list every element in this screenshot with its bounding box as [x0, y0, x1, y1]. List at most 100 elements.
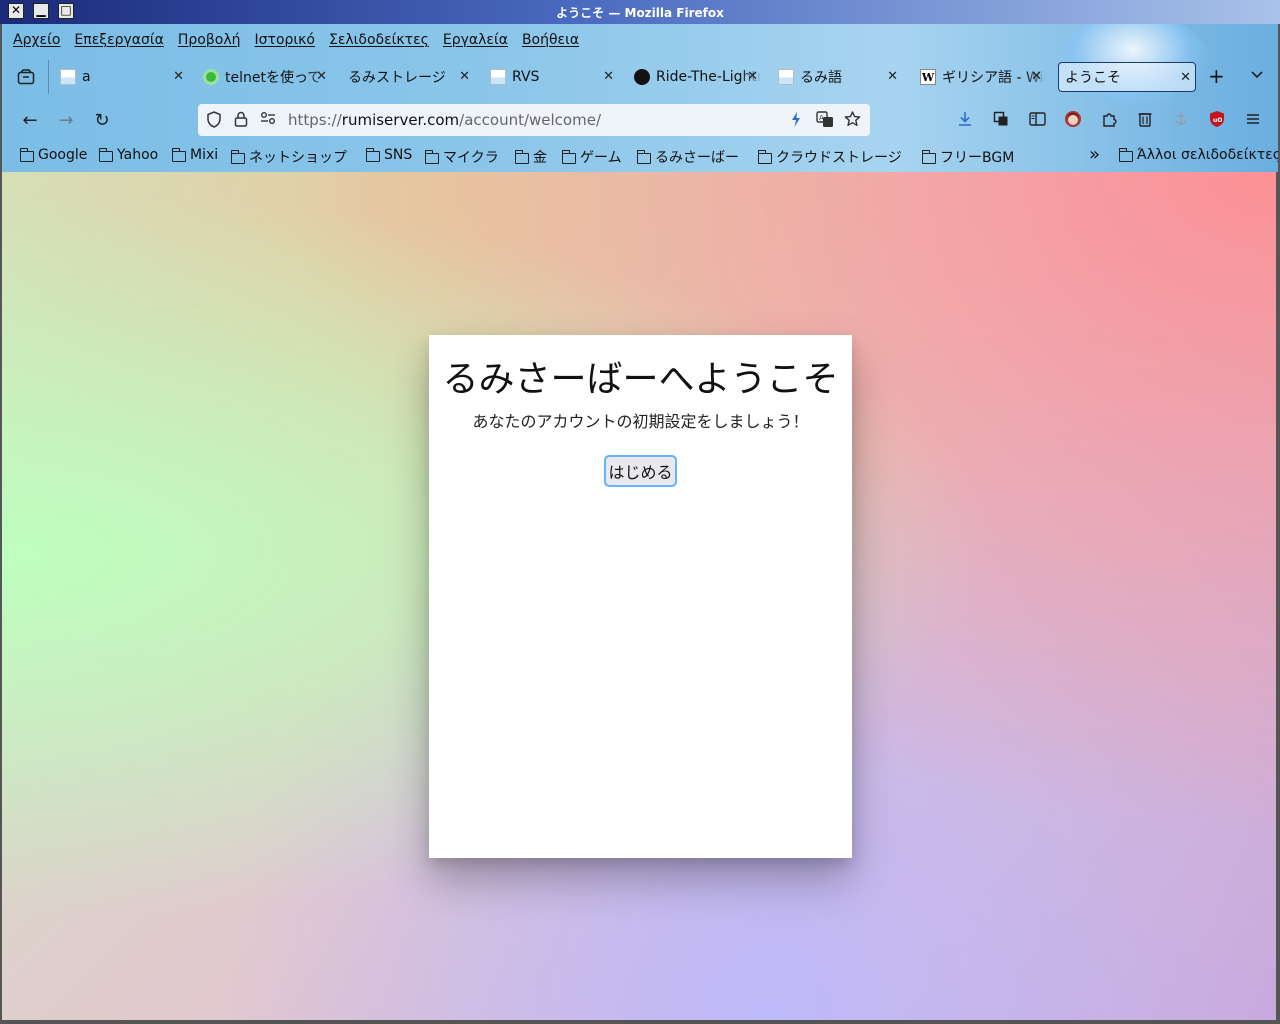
- sidebar-button[interactable]: [1024, 106, 1050, 132]
- tab-close-icon[interactable]: ✕: [1031, 69, 1042, 84]
- start-button[interactable]: はじめる: [604, 455, 677, 487]
- tab-6[interactable]: るみ語 ✕: [778, 62, 902, 92]
- menu-history[interactable]: Ιστορικό: [248, 28, 322, 54]
- tab-3[interactable]: るみストレージ ✕: [348, 62, 474, 92]
- bookmark-label: フリーBGM: [940, 150, 1015, 166]
- menubar: Αρχείο Επεξεργασία Προβολή Ιστορικό Σελι…: [2, 28, 586, 54]
- bookmark-label: Mixi: [190, 147, 219, 163]
- folder-icon: [637, 149, 651, 164]
- bookmark-star-icon[interactable]: [844, 111, 861, 131]
- window-border-bottom: [0, 1020, 1280, 1024]
- firefox-view-button[interactable]: [14, 65, 38, 89]
- bookmark-folder-minecraft[interactable]: マイクラ: [425, 147, 499, 167]
- screenshot-button[interactable]: [988, 106, 1014, 132]
- bolt-icon[interactable]: [790, 111, 802, 132]
- tab-close-icon[interactable]: ✕: [459, 69, 470, 84]
- bookmark-folder-rumiserver[interactable]: るみさーばー: [637, 147, 739, 167]
- folder-icon: [366, 147, 380, 162]
- bookmark-folder-money[interactable]: 金: [515, 147, 547, 167]
- bookmark-folder-mixi[interactable]: Mixi: [172, 147, 218, 163]
- trash-extension-button[interactable]: [1132, 106, 1158, 132]
- bookmark-folder-yahoo[interactable]: Yahoo: [99, 147, 158, 163]
- tab-title: るみストレージ: [348, 70, 446, 86]
- bookmark-folder-sns[interactable]: SNS: [366, 147, 412, 163]
- folder-icon: [758, 149, 772, 164]
- chevron-down-icon: [1251, 71, 1263, 79]
- url-host: rumiserver.com: [341, 111, 460, 129]
- tab-close-icon[interactable]: ✕: [603, 69, 614, 84]
- page-icon: [490, 69, 506, 85]
- ublock-origin-button[interactable]: uO: [1204, 106, 1230, 132]
- tab-5[interactable]: Ride-The-Lightning ✕: [634, 62, 762, 92]
- folder-icon: [562, 149, 576, 164]
- svg-text:uO: uO: [1213, 117, 1222, 124]
- url-text[interactable]: https://rumiserver.com/account/welcome/: [288, 111, 601, 129]
- new-tab-button[interactable]: +: [1208, 66, 1225, 86]
- bookmark-label: クラウドストレージ: [776, 150, 902, 166]
- extensions-button[interactable]: [1096, 106, 1122, 132]
- folder-icon: [231, 149, 245, 164]
- app-menu-button[interactable]: [1240, 106, 1266, 132]
- bookmark-folder-netshop[interactable]: ネットショップ: [231, 147, 347, 167]
- puzzle-icon: [1103, 113, 1117, 127]
- bookmark-label: Google: [38, 147, 88, 163]
- github-icon: [634, 69, 650, 85]
- tab-title: ようこそ: [1065, 70, 1121, 86]
- window-border-right: [1276, 172, 1280, 1020]
- tab-close-icon[interactable]: ✕: [887, 69, 898, 84]
- tracking-shield-icon[interactable]: [206, 111, 222, 132]
- tab-close-icon[interactable]: ✕: [1180, 70, 1191, 85]
- tab-2[interactable]: telnetを使って ✕: [203, 62, 331, 92]
- lock-icon[interactable]: [234, 111, 248, 131]
- anchor-icon: [1175, 113, 1187, 125]
- back-button[interactable]: ←: [16, 106, 44, 134]
- menu-help[interactable]: Βοήθεια: [515, 28, 586, 54]
- url-scheme: https://: [288, 111, 342, 129]
- forward-button[interactable]: →: [52, 106, 80, 134]
- tab-close-icon[interactable]: ✕: [316, 69, 327, 84]
- tab-7[interactable]: W ギリシア語 - Wikipedia ✕: [920, 62, 1046, 92]
- bookmark-label: マイクラ: [443, 150, 499, 166]
- tab-title: RVS: [512, 69, 540, 85]
- translate-icon[interactable]: A: [816, 111, 834, 132]
- bookmark-folder-free-bgm[interactable]: フリーBGM: [922, 147, 1014, 167]
- folder-icon: [425, 149, 439, 164]
- bookmark-label: Άλλοι σελιδοδείκτες: [1137, 147, 1280, 163]
- downloads-button[interactable]: [952, 106, 978, 132]
- menu-view[interactable]: Προβολή: [171, 28, 248, 54]
- bookmark-label: ネットショップ: [249, 150, 347, 166]
- folder-icon: [99, 147, 113, 162]
- bookmarks-toolbar: Google Yahoo Mixi ネットショップ SNS マイクラ 金 ゲーム…: [2, 144, 1278, 170]
- menu-edit[interactable]: Επεξεργασία: [67, 28, 170, 54]
- page-icon: [778, 69, 794, 85]
- url-path: /account/welcome/: [459, 111, 602, 129]
- folder-icon: [20, 147, 34, 162]
- bookmark-folder-google[interactable]: Google: [20, 147, 87, 163]
- tab-title: Ride-The-Lightning: [656, 69, 762, 85]
- page-icon: [60, 69, 76, 85]
- tab-4[interactable]: RVS ✕: [490, 62, 618, 92]
- green-circle-icon: [203, 69, 219, 85]
- tab-bar: a ✕ telnetを使って ✕ るみストレージ ✕ RVS ✕ Ride-Th…: [2, 58, 1278, 96]
- url-bar[interactable]: https://rumiserver.com/account/welcome/ …: [198, 104, 870, 136]
- menu-bookmarks[interactable]: Σελιδοδείκτες: [322, 28, 436, 54]
- tab-close-icon[interactable]: ✕: [747, 69, 758, 84]
- profile-avatar-button[interactable]: [1060, 106, 1086, 132]
- folder-icon: [922, 149, 936, 164]
- reload-button[interactable]: ↻: [88, 106, 116, 134]
- anchor-extension-button[interactable]: [1168, 106, 1194, 132]
- chevron-double-right-icon: »: [1089, 144, 1101, 165]
- nav-bar: ← → ↻ https://rumiserver.com/account/wel…: [2, 100, 1278, 140]
- bookmarks-overflow-button[interactable]: »: [1089, 144, 1100, 165]
- permissions-icon[interactable]: [260, 111, 276, 129]
- other-bookmarks-folder[interactable]: Άλλοι σελιδοδείκτες: [1119, 147, 1280, 163]
- bookmark-folder-cloud-storage[interactable]: クラウドストレージ: [758, 147, 902, 167]
- menu-file[interactable]: Αρχείο: [6, 28, 67, 54]
- list-all-tabs-button[interactable]: [1250, 67, 1264, 83]
- tab-1[interactable]: a ✕: [60, 62, 188, 92]
- tab-close-icon[interactable]: ✕: [173, 69, 184, 84]
- tab-8-active[interactable]: ようこそ ✕: [1058, 62, 1196, 92]
- bookmark-folder-game[interactable]: ゲーム: [562, 147, 622, 167]
- menu-tools[interactable]: Εργαλεία: [436, 28, 515, 54]
- firefox-view-icon: [17, 69, 35, 85]
